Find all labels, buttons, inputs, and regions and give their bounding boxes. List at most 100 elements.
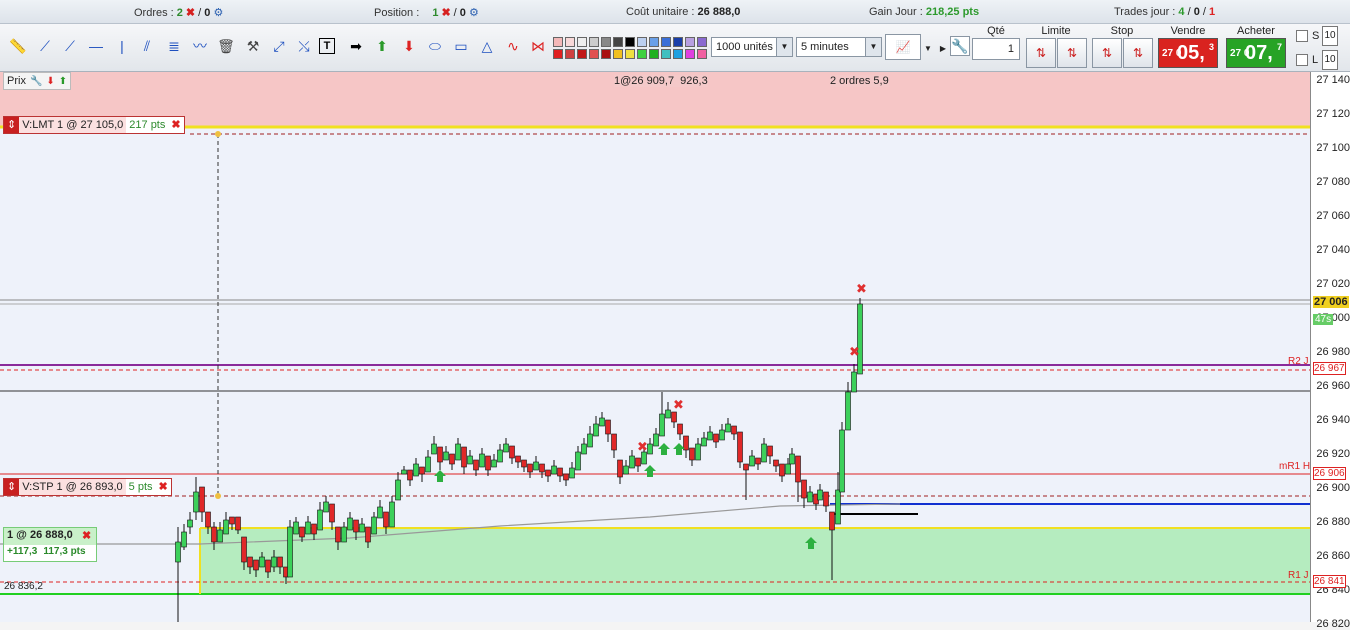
gear-icon[interactable]: ⚙ bbox=[469, 7, 479, 19]
chevron-down-icon[interactable]: ▼ bbox=[776, 38, 792, 56]
arrow-down-icon[interactable]: ⬇ bbox=[46, 76, 54, 87]
candle-body bbox=[653, 433, 659, 447]
arrow-right-icon[interactable]: ➡ bbox=[345, 35, 367, 57]
chevron-down-icon[interactable]: ▼ bbox=[865, 38, 881, 56]
l-label: L bbox=[1312, 54, 1319, 66]
horizontal-line-icon[interactable]: — bbox=[85, 35, 107, 57]
candle-body bbox=[479, 453, 485, 468]
stop-order-tag[interactable]: ⇕ V:STP 1 @ 26 893,0 5 pts ✖ bbox=[3, 478, 172, 496]
drag-icon[interactable]: ⇕ bbox=[4, 479, 20, 495]
drag-icon[interactable]: ⇕ bbox=[4, 117, 20, 133]
trades-lost: 1 bbox=[1209, 6, 1216, 18]
candle-body bbox=[851, 371, 857, 393]
position-tag[interactable]: 1 @ 26 888,0 +117,3 117,3 pts ✖ bbox=[3, 527, 97, 562]
order-cluster-1[interactable]: 1@26 909,7 926,3 bbox=[614, 75, 708, 87]
order-cluster-2[interactable]: 2 ordres 5,9 bbox=[830, 75, 889, 87]
mr1-level-value: 26 906 bbox=[1313, 467, 1346, 480]
candle-body bbox=[271, 556, 277, 568]
triangle-icon[interactable]: △ bbox=[476, 35, 498, 57]
candle-body bbox=[743, 463, 749, 471]
l-checkbox[interactable] bbox=[1296, 54, 1308, 66]
orders-stat[interactable]: Ordres : 2 ✖/ 0 ⚙ bbox=[134, 6, 223, 19]
r2-level-label: R2 J bbox=[1288, 356, 1309, 367]
line-icon[interactable]: ⟋ bbox=[59, 35, 81, 57]
arrow-up-icon[interactable]: ⬆ bbox=[59, 76, 67, 87]
segment-icon[interactable]: ⟋ bbox=[34, 35, 56, 57]
ellipse-icon[interactable]: ⬭ bbox=[424, 35, 446, 57]
candle-body bbox=[835, 489, 841, 525]
units-select[interactable]: 1000 unités ▼ bbox=[711, 37, 793, 57]
candle-body bbox=[329, 503, 335, 523]
daily-gain-label: Gain Jour : bbox=[869, 6, 923, 18]
candle-body bbox=[817, 489, 823, 501]
candle-body bbox=[425, 456, 431, 473]
sell-limit-button[interactable]: ⇅ bbox=[1057, 38, 1087, 68]
timer-label: 47s bbox=[1313, 314, 1334, 325]
close-icon[interactable]: ✖ bbox=[82, 529, 91, 542]
candle-body bbox=[581, 443, 587, 455]
buy-limit-button[interactable]: ⇅ bbox=[1026, 38, 1056, 68]
close-icon[interactable]: ✖ bbox=[441, 7, 450, 19]
fibonacci-icon[interactable]: ≣ bbox=[163, 35, 185, 57]
candle-body bbox=[695, 443, 701, 461]
wrench-icon[interactable]: 🔧 bbox=[30, 76, 42, 87]
gear-icon[interactable]: ⚙ bbox=[213, 7, 223, 19]
gann-icon[interactable]: ⋈ bbox=[527, 35, 549, 57]
buy-button[interactable]: 27 0 07, 7 bbox=[1226, 38, 1286, 68]
qty-input[interactable]: 1 bbox=[972, 38, 1020, 60]
position-label: Position : bbox=[374, 7, 420, 19]
ruler-icon[interactable]: 📏 bbox=[7, 35, 29, 57]
axis-tick-label: 26 880 bbox=[1316, 516, 1350, 528]
limit-order-tag[interactable]: ⇕ V:LMT 1 @ 27 105,0 217 pts ✖ bbox=[3, 116, 185, 134]
s-spinbox[interactable]: 10 bbox=[1322, 26, 1338, 46]
candle-body bbox=[365, 526, 371, 543]
chart-pattern-icon[interactable]: ∿ bbox=[502, 35, 524, 57]
trades-label: Trades jour : bbox=[1114, 6, 1176, 18]
rectangle-icon[interactable]: ▭ bbox=[450, 35, 472, 57]
vertical-line-icon[interactable]: | bbox=[111, 35, 133, 57]
position-stat[interactable]: Position : 1 ✖/ 0 ⚙ bbox=[374, 6, 479, 19]
candle-body bbox=[779, 463, 785, 477]
parallel-lines-icon[interactable]: ⫽ bbox=[136, 35, 158, 57]
candle-body bbox=[719, 429, 725, 441]
candle-body bbox=[187, 519, 193, 528]
candle-body bbox=[437, 446, 443, 463]
price-chart[interactable]: ✖ ✖ ✖ ✖ Prix 🔧 ⬇ ⬆ 1@26 909,7 926,3 2 ordre… bbox=[0, 72, 1310, 622]
arrow-up-icon[interactable]: ⬆ bbox=[371, 35, 393, 57]
r2-level-value: 26 967 bbox=[1313, 362, 1346, 375]
axis-tick-label: 26 860 bbox=[1316, 550, 1350, 562]
limit-order-label: V:LMT 1 @ 27 105,0 bbox=[19, 117, 127, 133]
channel-icon[interactable]: ⤯ bbox=[293, 35, 315, 57]
sell-header: Vendre bbox=[1170, 25, 1206, 37]
buy-stop-button[interactable]: ⇅ bbox=[1092, 38, 1122, 68]
candle-body bbox=[623, 465, 629, 475]
timeframe-select[interactable]: 5 minutes ▼ bbox=[796, 37, 882, 57]
close-icon[interactable]: ✖ bbox=[186, 7, 195, 19]
s-checkbox[interactable] bbox=[1296, 30, 1308, 42]
magnet-icon[interactable]: ⚒ bbox=[242, 35, 264, 57]
sell-button[interactable]: 27 0 05, 3 bbox=[1158, 38, 1218, 68]
sell-marker-icon: ✖ bbox=[637, 440, 648, 455]
candle-body bbox=[259, 556, 265, 568]
buy-header: Acheter bbox=[1237, 25, 1275, 37]
close-icon[interactable]: ✖ bbox=[155, 479, 171, 495]
chart-canvas[interactable]: ✖ ✖ ✖ ✖ bbox=[0, 72, 1310, 622]
indicators-icon[interactable]: 📈 bbox=[885, 34, 921, 60]
trash-icon[interactable]: 🗑 bbox=[215, 35, 237, 57]
trend-icon[interactable]: 〰 bbox=[189, 35, 211, 57]
arrow-down-icon[interactable]: ⬇ bbox=[398, 35, 420, 57]
price-axis[interactable]: 27 140 27 120 27 100 27 080 27 060 27 040 27 0… bbox=[1310, 72, 1350, 630]
units-select-value: 1000 unités bbox=[716, 41, 773, 53]
chevron-down-icon[interactable]: ▼ bbox=[922, 37, 934, 59]
expand-icon[interactable]: ⤢ bbox=[268, 35, 290, 57]
sell-stop-button[interactable]: ⇅ bbox=[1123, 38, 1153, 68]
candle-body bbox=[767, 445, 773, 457]
chevron-right-icon: ▶ bbox=[939, 43, 947, 53]
text-icon[interactable]: T bbox=[319, 38, 335, 54]
candle-body bbox=[647, 443, 653, 455]
candle-body bbox=[563, 473, 569, 481]
candle-body bbox=[839, 429, 845, 493]
l-spinbox[interactable]: 10 bbox=[1322, 50, 1338, 70]
wrench-icon[interactable]: 🔧 bbox=[950, 36, 970, 56]
close-icon[interactable]: ✖ bbox=[168, 117, 184, 133]
